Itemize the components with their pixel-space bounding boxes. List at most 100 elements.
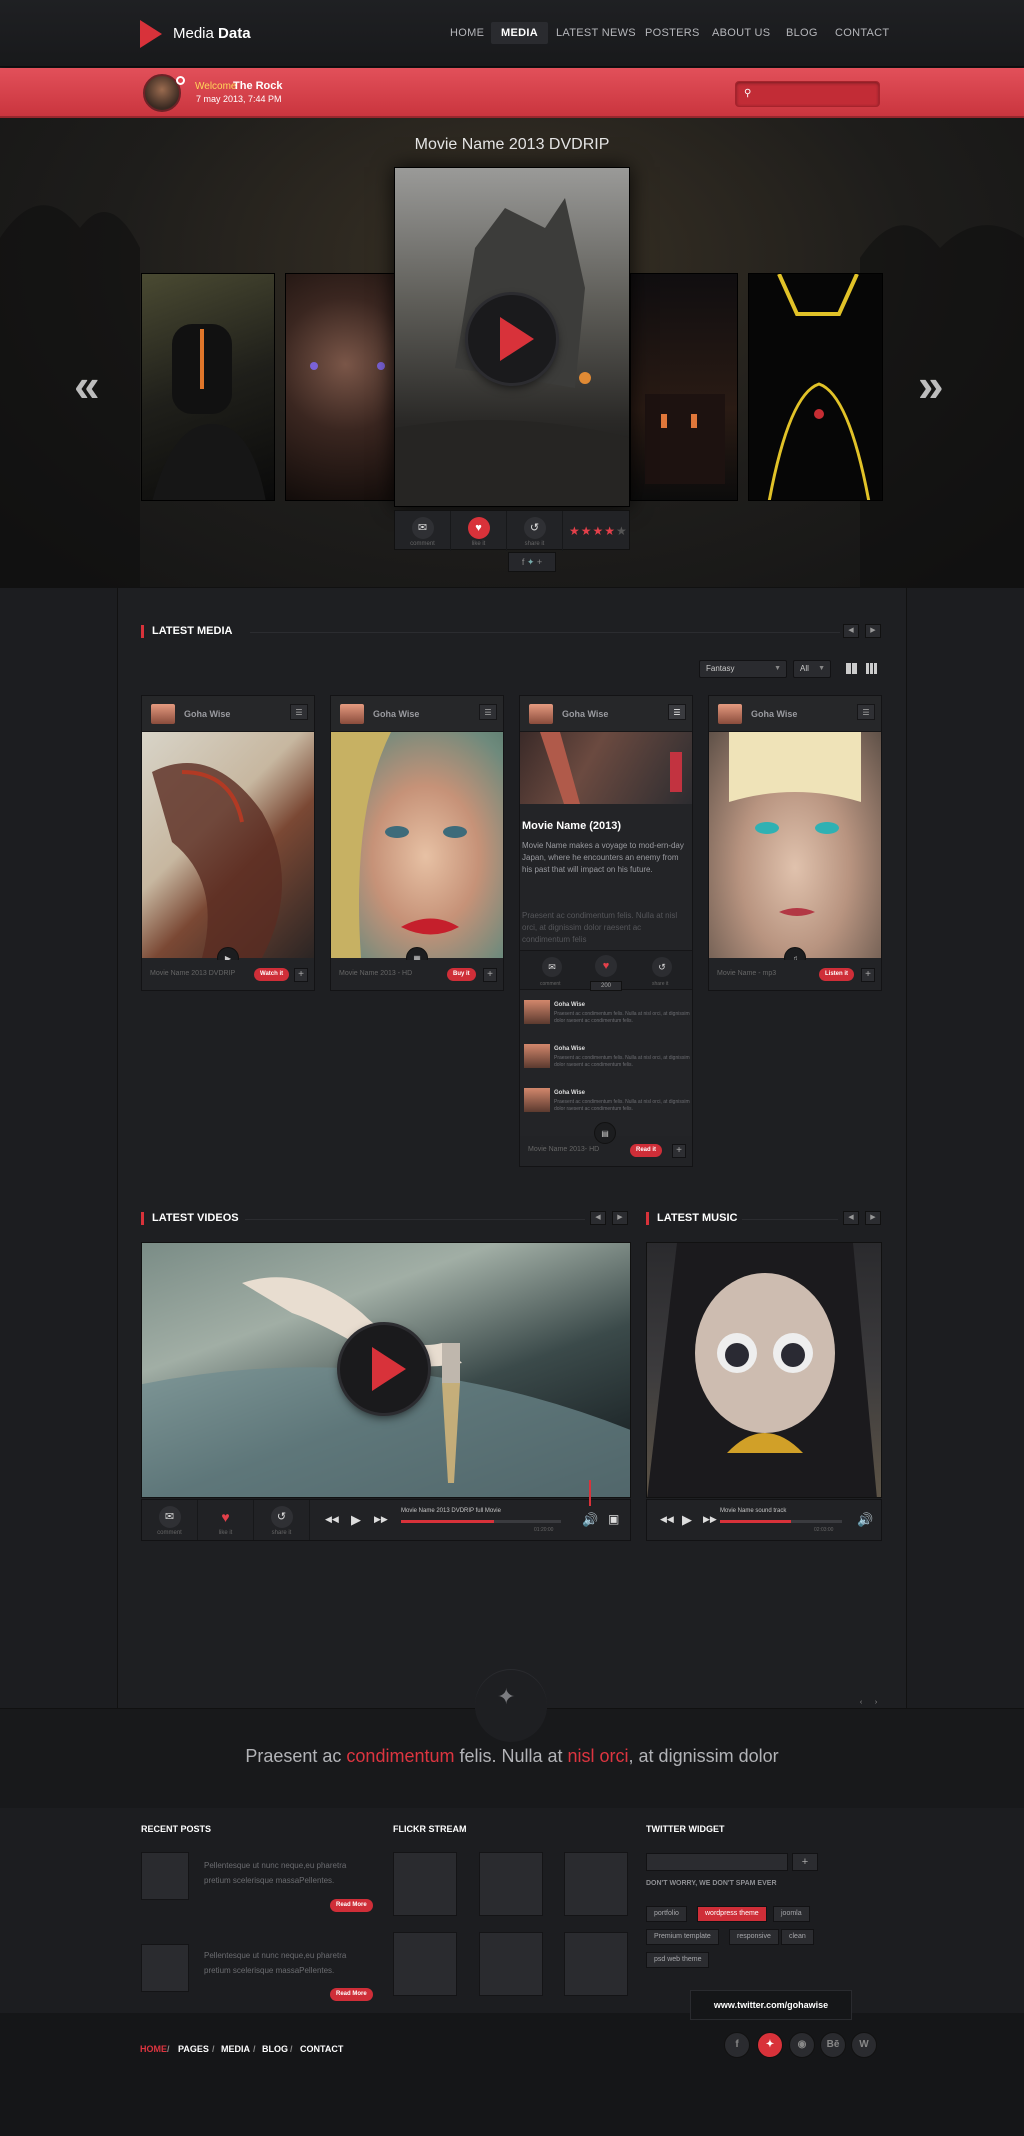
comment-avatar[interactable] <box>524 1000 550 1024</box>
add-button[interactable]: + <box>672 1144 686 1158</box>
read-more-button[interactable]: Read More <box>330 1899 373 1912</box>
subscribe-button[interactable]: + <box>792 1853 818 1871</box>
card-image[interactable] <box>142 732 314 958</box>
tag[interactable]: clean <box>781 1929 814 1945</box>
author-name[interactable]: Goha Wise <box>751 709 797 719</box>
volume-icon[interactable]: 🔊 <box>582 1512 598 1528</box>
read-it-button[interactable]: Read it <box>630 1144 663 1157</box>
comment-author[interactable]: Goha Wise <box>554 1002 585 1008</box>
tweet-prev-button[interactable]: ‹ <box>853 1697 869 1711</box>
author-name[interactable]: Goha Wise <box>373 709 419 719</box>
nav-media[interactable]: MEDIA <box>491 22 548 44</box>
nav-blog[interactable]: BLOG <box>776 22 828 44</box>
media-card-2[interactable]: Goha Wise ☰ ▦ Movie Name 2013 - HD Buy it + <box>330 695 504 991</box>
flickr-photo[interactable] <box>564 1852 628 1916</box>
type-select[interactable]: All ▼ <box>793 660 831 678</box>
comment-avatar[interactable] <box>524 1044 550 1068</box>
quote-link[interactable]: nisl orci <box>568 1746 629 1766</box>
media-card-4[interactable]: Goha Wise ☰ ♫ Movie Name - mp3 Listen it + <box>708 695 882 991</box>
media-next-button[interactable]: ▶ <box>865 624 881 638</box>
comment-author[interactable]: Goha Wise <box>554 1046 585 1052</box>
videos-prev-button[interactable]: ◀ <box>590 1211 606 1225</box>
card-image[interactable] <box>520 732 692 804</box>
wordpress-icon[interactable]: W <box>851 2032 877 2058</box>
facebook-icon[interactable]: f <box>522 557 525 567</box>
tag[interactable]: portfolio <box>646 1906 687 1922</box>
nav-posters[interactable]: POSTERS <box>635 22 710 44</box>
star-rating[interactable]: ★★★★★ <box>569 524 628 538</box>
music-progress-bar[interactable] <box>720 1520 842 1523</box>
post-thumbnail[interactable] <box>141 1852 189 1900</box>
card-image[interactable] <box>709 732 881 958</box>
twitter-profile-link[interactable]: www.twitter.com/gohawise <box>690 1990 852 2020</box>
add-button[interactable]: + <box>294 968 308 982</box>
twitter-icon[interactable]: ✦ <box>757 2032 783 2058</box>
music-artwork[interactable] <box>646 1242 882 1498</box>
quote-link[interactable]: condimentum <box>346 1746 454 1766</box>
poster-1[interactable] <box>141 273 275 501</box>
tag[interactable]: joomla <box>773 1906 810 1922</box>
poster-2[interactable] <box>285 273 395 501</box>
tag-active[interactable]: wordpress theme <box>697 1906 767 1922</box>
grid-small-icon[interactable] <box>866 663 877 674</box>
logo-icon[interactable] <box>140 20 162 48</box>
flickr-photo[interactable] <box>564 1932 628 1996</box>
author-avatar[interactable] <box>718 704 742 724</box>
menu-icon[interactable]: ☰ <box>857 704 875 720</box>
volume-level[interactable] <box>589 1480 591 1506</box>
volume-icon[interactable]: 🔊 <box>857 1512 873 1528</box>
video-progress-bar[interactable] <box>401 1520 561 1523</box>
music-next-button[interactable]: ▶ <box>865 1211 881 1225</box>
card-image[interactable] <box>331 732 503 958</box>
play-icon[interactable]: ▶ <box>682 1512 692 1528</box>
author-avatar[interactable] <box>529 704 553 724</box>
post-thumbnail[interactable] <box>141 1944 189 1992</box>
flickr-photo[interactable] <box>479 1852 543 1916</box>
behance-icon[interactable]: Bē <box>820 2032 846 2058</box>
comment-button[interactable]: ✉ comment <box>395 511 451 551</box>
author-name[interactable]: Goha Wise <box>562 709 608 719</box>
listen-it-button[interactable]: Listen it <box>819 968 855 981</box>
author-avatar[interactable] <box>340 704 364 724</box>
footer-nav-home[interactable]: HOME <box>140 2044 167 2054</box>
menu-icon[interactable]: ☰ <box>479 704 497 720</box>
media-prev-button[interactable]: ◀ <box>843 624 859 638</box>
menu-icon[interactable]: ☰ <box>290 704 308 720</box>
read-more-button[interactable]: Read More <box>330 1988 373 2001</box>
hero-play-button[interactable] <box>468 295 556 383</box>
rewind-icon[interactable]: ◀◀ <box>325 1514 339 1525</box>
play-icon[interactable]: ▶ <box>351 1512 361 1528</box>
media-card-1[interactable]: Goha Wise ☰ ▶ Movie Name 2013 DVDRIP Watch… <box>141 695 315 991</box>
add-button[interactable]: + <box>861 968 875 982</box>
share-icon[interactable]: ↺ <box>652 957 672 977</box>
heart-icon[interactable]: ♥ <box>595 955 617 977</box>
social-share-tab[interactable]: f ✦ + <box>508 552 556 572</box>
fast-forward-icon[interactable]: ▶▶ <box>703 1514 717 1525</box>
poster-4[interactable] <box>630 273 738 501</box>
twitter-icon[interactable]: ✦ <box>527 557 535 567</box>
notification-dot[interactable] <box>176 76 185 85</box>
footer-nav-pages[interactable]: PAGES <box>178 2044 209 2054</box>
flickr-photo[interactable] <box>393 1932 457 1996</box>
tweet-next-button[interactable]: › <box>868 1697 884 1711</box>
tag[interactable]: psd web theme <box>646 1952 710 1968</box>
facebook-icon[interactable]: f <box>724 2032 750 2058</box>
videos-next-button[interactable]: ▶ <box>612 1211 628 1225</box>
comment-avatar[interactable] <box>524 1088 550 1112</box>
footer-nav-blog[interactable]: BLOG <box>262 2044 288 2054</box>
music-prev-button[interactable]: ◀ <box>843 1211 859 1225</box>
document-icon[interactable]: ▤ <box>594 1122 616 1144</box>
nav-about-us[interactable]: ABOUT US <box>702 22 780 44</box>
video-play-button[interactable] <box>340 1325 428 1413</box>
newsletter-email-field[interactable] <box>646 1853 788 1871</box>
buy-it-button[interactable]: Buy it <box>447 968 476 981</box>
flickr-photo[interactable] <box>479 1932 543 1996</box>
nav-home[interactable]: HOME <box>440 22 494 44</box>
carousel-prev-icon[interactable]: « <box>74 362 100 408</box>
nav-contact[interactable]: CONTACT <box>825 22 899 44</box>
comment-icon[interactable]: ✉ <box>542 957 562 977</box>
flickr-photo[interactable] <box>393 1852 457 1916</box>
tag[interactable]: responsive <box>729 1929 779 1945</box>
like-button[interactable]: ♥ like it <box>198 1500 254 1540</box>
author-name[interactable]: Goha Wise <box>184 709 230 719</box>
